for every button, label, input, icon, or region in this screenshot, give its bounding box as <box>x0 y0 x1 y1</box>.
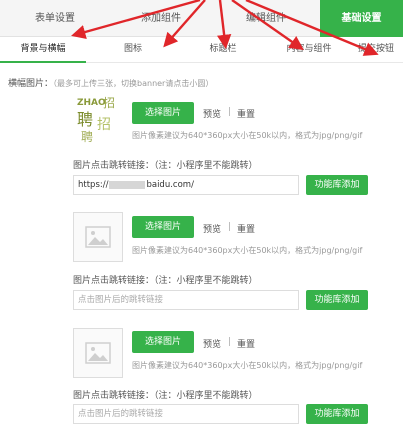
reset-link-2[interactable]: 重置 <box>237 222 255 235</box>
image-size-hint-2: 图片像素建议为640*360px大小在50k以内，格式为jpg/png/gif <box>132 246 363 255</box>
jump-link-input-2[interactable]: 点击图片后的跳转链接 <box>73 290 299 310</box>
banner-note: （最多可上传三张，切换banner请点击小圆） <box>53 79 214 88</box>
choose-image-button-3[interactable]: 选择图片 <box>132 331 194 353</box>
function-library-add-button-2[interactable]: 功能库添加 <box>306 290 368 310</box>
choose-image-button-1[interactable]: 选择图片 <box>132 102 194 124</box>
image-placeholder-icon <box>85 226 111 248</box>
logo-char-2: 聘 <box>77 110 93 129</box>
banner-image-thumbnail-3[interactable] <box>73 328 123 378</box>
jump-link-input-3[interactable]: 点击图片后的跳转链接 <box>73 404 299 424</box>
banner-section-title: 横幅图片：（最多可上传三张，切换banner请点击小圆） <box>8 76 213 89</box>
banner-image-thumbnail-2[interactable] <box>73 212 123 262</box>
tab-edit-component[interactable]: 编辑组件 <box>212 0 320 37</box>
jump-link-label-3: 图片点击跳转链接：（注：小程序里不能跳转） <box>73 391 258 401</box>
tab-add-component[interactable]: 添加组件 <box>110 0 212 37</box>
subtab-submit-button[interactable]: 提交按钮 <box>352 37 403 63</box>
choose-image-button-2[interactable]: 选择图片 <box>132 216 194 238</box>
logo-zhao-text: ZHAO <box>77 98 106 108</box>
logo-char-1: 招 <box>103 96 115 110</box>
jump-link-label-2: 图片点击跳转链接：（注：小程序里不能跳转） <box>73 276 258 286</box>
banner-title: 横幅图片： <box>8 79 54 89</box>
subtab-title-bar[interactable]: 标题栏 <box>180 37 266 63</box>
jump-link-input-1[interactable]: https:// baidu.com/ <box>73 175 299 195</box>
logo-char-3: 招 <box>97 117 111 133</box>
sub-tab-bar: 背景与横幅 图标 标题栏 内容与组件 提交按钮 <box>0 37 403 63</box>
separator-1: | <box>228 107 232 117</box>
recruit-logo-image: ZHAO 招 聘 招 聘 <box>73 93 123 144</box>
banner-image-thumbnail-1[interactable]: ZHAO 招 聘 招 聘 <box>73 93 123 144</box>
separator-2: | <box>228 222 232 232</box>
subtab-content-components[interactable]: 内容与组件 <box>266 37 352 63</box>
function-library-add-button-3[interactable]: 功能库添加 <box>306 404 368 424</box>
tab-basic-settings[interactable]: 基础设置 <box>320 0 403 37</box>
image-size-hint-1: 图片像素建议为640*360px大小在50k以内，格式为jpg/png/gif <box>132 131 363 140</box>
subtab-icon[interactable]: 图标 <box>86 37 180 63</box>
subtab-background-banner[interactable]: 背景与横幅 <box>0 37 86 63</box>
preview-link-3[interactable]: 预览 <box>203 337 221 350</box>
jump-link-value-1: https:// <box>78 180 109 190</box>
jump-link-label-1: 图片点击跳转链接：（注：小程序里不能跳转） <box>73 161 258 171</box>
image-placeholder-icon <box>85 342 111 364</box>
redacted-block <box>109 180 146 189</box>
image-size-hint-3: 图片像素建议为640*360px大小在50k以内，格式为jpg/png/gif <box>132 361 363 370</box>
jump-link-value-tail-1: baidu.com/ <box>146 180 194 190</box>
preview-link-1[interactable]: 预览 <box>203 107 221 120</box>
preview-link-2[interactable]: 预览 <box>203 222 221 235</box>
top-tab-bar: 表单设置 添加组件 编辑组件 基础设置 <box>0 0 403 37</box>
function-library-add-button-1[interactable]: 功能库添加 <box>306 175 368 195</box>
reset-link-1[interactable]: 重置 <box>237 107 255 120</box>
reset-link-3[interactable]: 重置 <box>237 337 255 350</box>
separator-3: | <box>228 337 232 347</box>
tab-form-settings[interactable]: 表单设置 <box>0 0 110 37</box>
logo-char-4: 聘 <box>81 130 93 143</box>
